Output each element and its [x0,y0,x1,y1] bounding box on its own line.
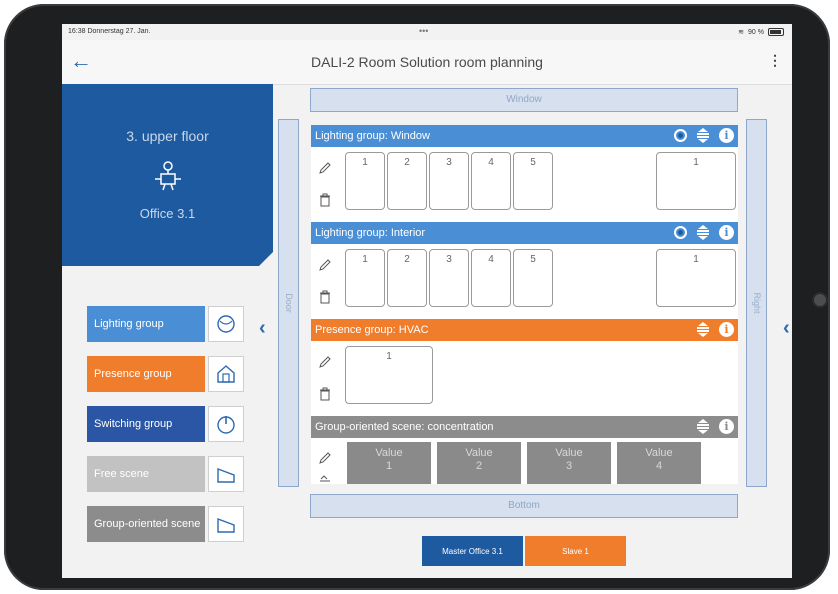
nav-bar: ← DALI-2 Room Solution room planning ⋮ [62,40,792,85]
wall-right-label: Right [751,292,762,314]
legend-group-oriented-scene[interactable]: Group-oriented scene [87,506,247,542]
status-bar: 16:38 Donnerstag 27. Jan. ••• ≋ 90 % [62,24,792,40]
wall-top[interactable]: Window [310,88,738,112]
room-card[interactable]: 3. upper floor Office 3.1 [62,84,273,266]
refresh-icon[interactable] [674,129,687,142]
scene-value-label: Value [645,447,673,459]
scene-sliders-icon[interactable] [318,471,332,484]
device-tile[interactable]: 3 [429,152,469,210]
group-header-scene-concentration[interactable]: Group-oriented scene: concentration i [311,416,738,438]
scene-value-label: Value [375,447,403,459]
legend-label: Lighting group [87,306,205,342]
device-tile[interactable]: 2 [387,249,427,307]
device-tile[interactable]: 1 [345,249,385,307]
scene-value-number: 1 [385,460,393,472]
legend-label: Presence group [87,356,205,392]
legend-free-scene[interactable]: Free scene [87,456,247,492]
refresh-icon[interactable] [674,226,687,239]
device-tile[interactable]: 3 [429,249,469,307]
house-icon [217,365,235,383]
device-tile[interactable]: 2 [387,152,427,210]
device-tile[interactable]: 4 [471,249,511,307]
floor-label: 3. upper floor [126,128,209,144]
sensor-tile[interactable]: 1 [656,152,736,210]
app-screen: 16:38 Donnerstag 27. Jan. ••• ≋ 90 % ← D… [62,24,792,578]
wall-right[interactable]: Right [746,119,767,487]
group-tools [318,451,332,484]
room-name: Office 3.1 [139,206,196,221]
status-right: ≋ 90 % [738,28,784,36]
status-time: 16:38 Donnerstag 27. Jan. [68,28,151,35]
scene-value-tile[interactable]: Value 3 [527,442,611,484]
multitask-dots[interactable]: ••• [419,26,428,36]
scene-icon [217,517,235,533]
add-free-scene-button[interactable] [208,456,244,492]
device-tile[interactable]: 1 [345,152,385,210]
legend-switching-group[interactable]: Switching group [87,406,247,442]
legend-label: Switching group [87,406,205,442]
wall-bottom[interactable]: Bottom [310,494,738,518]
collapse-left-chevron-icon[interactable]: ‹ [259,317,266,340]
device-tile[interactable]: 5 [513,152,553,210]
scene-value-tile[interactable]: Value 1 [347,442,431,484]
device-tile[interactable]: 4 [471,152,511,210]
sort-icon[interactable] [697,322,709,337]
group-title: Lighting group: Interior [315,227,426,239]
info-icon[interactable]: i [719,128,734,143]
sort-icon[interactable] [697,419,709,434]
group-tiles-row: 1 2 3 4 5 1 [311,152,738,212]
wifi-icon: ≋ [738,29,745,36]
add-lighting-group-button[interactable] [208,306,244,342]
battery-level: 90 % [748,28,764,36]
info-icon[interactable]: i [719,322,734,337]
sort-icon[interactable] [697,225,709,240]
add-group-oriented-scene-button[interactable] [208,506,244,542]
battery-icon [768,28,784,36]
power-icon [217,416,235,434]
scene-value-number: 2 [475,460,483,472]
group-title: Presence group: HVAC [315,324,429,336]
wall-left-label: Door [283,293,294,313]
scene-value-label: Value [465,447,493,459]
legend-label: Group-oriented scene [87,506,205,542]
page-title: DALI-2 Room Solution room planning [311,54,543,70]
scene-value-tile[interactable]: Value 2 [437,442,521,484]
scene-icon [217,467,235,483]
group-header-lighting-window[interactable]: Lighting group: Window i [311,125,738,147]
sensor-tile[interactable]: 1 [656,249,736,307]
group-title: Lighting group: Window [315,130,430,142]
sort-icon[interactable] [697,128,709,143]
add-switching-group-button[interactable] [208,406,244,442]
legend-presence-group[interactable]: Presence group [87,356,247,392]
scene-value-number: 4 [655,460,663,472]
presence-sensor-tile[interactable]: 1 [345,346,433,404]
more-menu-icon[interactable]: ⋮ [768,52,782,69]
legend-lighting-group[interactable]: Lighting group [87,306,247,342]
group-tiles-row: 1 2 3 4 5 1 [311,249,738,309]
pencil-icon[interactable] [318,451,332,465]
group-header-presence-hvac[interactable]: Presence group: HVAC i [311,319,738,341]
camera [812,292,828,308]
collapse-right-chevron-icon[interactable]: ‹ [783,317,790,340]
wall-left[interactable]: Door [278,119,299,487]
scene-value-number: 3 [565,460,573,472]
info-icon[interactable]: i [719,225,734,240]
master-room-button[interactable]: Master Office 3.1 [422,536,523,566]
legend-label: Free scene [87,456,205,492]
room-sensor-icon [155,161,181,191]
device-tile[interactable]: 5 [513,249,553,307]
info-icon[interactable]: i [719,419,734,434]
group-tiles-row: 1 [311,346,738,406]
lamp-icon [217,315,235,333]
scene-value-tile[interactable]: Value 4 [617,442,701,484]
add-presence-group-button[interactable] [208,356,244,392]
group-header-lighting-interior[interactable]: Lighting group: Interior i [311,222,738,244]
room-plan: Lighting group: Window i 1 2 3 4 5 1 Lig… [311,125,738,484]
slave-room-button[interactable]: Slave 1 [525,536,626,566]
scene-value-label: Value [555,447,583,459]
group-title: Group-oriented scene: concentration [315,421,494,433]
